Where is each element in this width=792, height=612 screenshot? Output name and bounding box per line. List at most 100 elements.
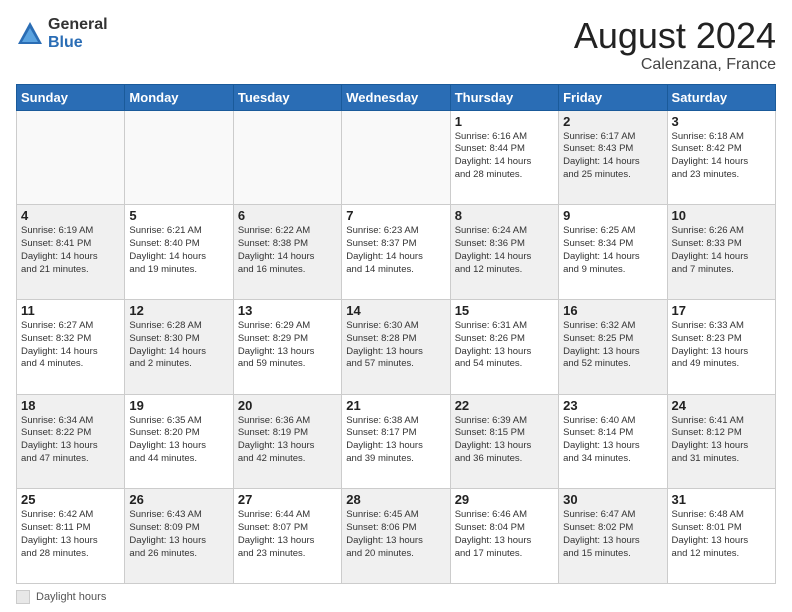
title-area: August 2024 Calenzana, France: [574, 16, 776, 74]
day-info: Sunrise: 6:41 AM Sunset: 8:12 PM Dayligh…: [672, 415, 771, 466]
day-info: Sunrise: 6:28 AM Sunset: 8:30 PM Dayligh…: [129, 320, 228, 371]
day-number: 26: [129, 492, 228, 507]
day-number: 11: [21, 303, 120, 318]
day-info: Sunrise: 6:44 AM Sunset: 8:07 PM Dayligh…: [238, 509, 337, 560]
calendar-cell: 24 Sunrise: 6:41 AM Sunset: 8:12 PM Dayli…: [667, 394, 775, 489]
day-number: 23: [563, 398, 662, 413]
day-number: 1: [455, 114, 554, 129]
logo-blue: Blue: [48, 34, 108, 52]
calendar-week-3: 18Sunrise: 6:34 AM Sunset: 8:22 PM Dayli…: [17, 394, 776, 489]
day-number: 12: [129, 303, 228, 318]
day-number: 14: [346, 303, 445, 318]
day-number: 20: [238, 398, 337, 413]
calendar-cell: 19Sunrise: 6:35 AM Sunset: 8:20 PM Dayli…: [125, 394, 233, 489]
calendar-cell: 6 Sunrise: 6:22 AM Sunset: 8:38 PM Daylig…: [233, 205, 341, 300]
calendar-cell: 27 Sunrise: 6:44 AM Sunset: 8:07 PM Dayli…: [233, 489, 341, 584]
logo: General Blue: [16, 16, 108, 51]
calendar-cell: 9Sunrise: 6:25 AM Sunset: 8:34 PM Daylig…: [559, 205, 667, 300]
calendar-cell: 30 Sunrise: 6:47 AM Sunset: 8:02 PM Dayli…: [559, 489, 667, 584]
calendar-header-monday: Monday: [125, 84, 233, 110]
day-number: 21: [346, 398, 445, 413]
day-number: 15: [455, 303, 554, 318]
calendar-cell: 8 Sunrise: 6:24 AM Sunset: 8:36 PM Daylig…: [450, 205, 558, 300]
calendar-cell: 1 Sunrise: 6:16 AM Sunset: 8:44 PM Daylig…: [450, 110, 558, 205]
calendar-cell: 5 Sunrise: 6:21 AM Sunset: 8:40 PM Daylig…: [125, 205, 233, 300]
day-number: 24: [672, 398, 771, 413]
day-info: Sunrise: 6:39 AM Sunset: 8:15 PM Dayligh…: [455, 415, 554, 466]
page: General Blue August 2024 Calenzana, Fran…: [0, 0, 792, 612]
day-number: 3: [672, 114, 771, 129]
calendar-table: SundayMondayTuesdayWednesdayThursdayFrid…: [16, 84, 776, 584]
day-info: Sunrise: 6:35 AM Sunset: 8:20 PM Dayligh…: [129, 415, 228, 466]
calendar-week-2: 11Sunrise: 6:27 AM Sunset: 8:32 PM Dayli…: [17, 299, 776, 394]
calendar-cell: 22Sunrise: 6:39 AM Sunset: 8:15 PM Dayli…: [450, 394, 558, 489]
day-info: Sunrise: 6:30 AM Sunset: 8:28 PM Dayligh…: [346, 320, 445, 371]
logo-icon: [16, 20, 44, 48]
day-info: Sunrise: 6:24 AM Sunset: 8:36 PM Dayligh…: [455, 225, 554, 276]
calendar-cell: 3 Sunrise: 6:18 AM Sunset: 8:42 PM Daylig…: [667, 110, 775, 205]
day-info: Sunrise: 6:23 AM Sunset: 8:37 PM Dayligh…: [346, 225, 445, 276]
day-number: 25: [21, 492, 120, 507]
day-info: Sunrise: 6:16 AM Sunset: 8:44 PM Dayligh…: [455, 131, 554, 182]
calendar-cell: 18Sunrise: 6:34 AM Sunset: 8:22 PM Dayli…: [17, 394, 125, 489]
day-info: Sunrise: 6:36 AM Sunset: 8:19 PM Dayligh…: [238, 415, 337, 466]
calendar-cell: 26 Sunrise: 6:43 AM Sunset: 8:09 PM Dayli…: [125, 489, 233, 584]
calendar-header-tuesday: Tuesday: [233, 84, 341, 110]
day-info: Sunrise: 6:42 AM Sunset: 8:11 PM Dayligh…: [21, 509, 120, 560]
calendar-cell: 15 Sunrise: 6:31 AM Sunset: 8:26 PM Dayli…: [450, 299, 558, 394]
day-number: 9: [563, 208, 662, 223]
calendar-cell: 20 Sunrise: 6:36 AM Sunset: 8:19 PM Dayli…: [233, 394, 341, 489]
logo-general: General: [48, 16, 108, 34]
day-info: Sunrise: 6:21 AM Sunset: 8:40 PM Dayligh…: [129, 225, 228, 276]
day-info: Sunrise: 6:43 AM Sunset: 8:09 PM Dayligh…: [129, 509, 228, 560]
calendar-cell: 31Sunrise: 6:48 AM Sunset: 8:01 PM Dayli…: [667, 489, 775, 584]
calendar-cell: [342, 110, 450, 205]
calendar-week-0: 1 Sunrise: 6:16 AM Sunset: 8:44 PM Daylig…: [17, 110, 776, 205]
day-info: Sunrise: 6:48 AM Sunset: 8:01 PM Dayligh…: [672, 509, 771, 560]
calendar-cell: 7 Sunrise: 6:23 AM Sunset: 8:37 PM Daylig…: [342, 205, 450, 300]
calendar-week-4: 25 Sunrise: 6:42 AM Sunset: 8:11 PM Dayli…: [17, 489, 776, 584]
calendar-cell: [233, 110, 341, 205]
day-info: Sunrise: 6:22 AM Sunset: 8:38 PM Dayligh…: [238, 225, 337, 276]
daylight-box: [16, 590, 30, 604]
footer-label: Daylight hours: [36, 591, 106, 603]
calendar-cell: 29 Sunrise: 6:46 AM Sunset: 8:04 PM Dayli…: [450, 489, 558, 584]
calendar-cell: 21Sunrise: 6:38 AM Sunset: 8:17 PM Dayli…: [342, 394, 450, 489]
calendar-cell: 23 Sunrise: 6:40 AM Sunset: 8:14 PM Dayli…: [559, 394, 667, 489]
day-info: Sunrise: 6:47 AM Sunset: 8:02 PM Dayligh…: [563, 509, 662, 560]
day-number: 28: [346, 492, 445, 507]
day-info: Sunrise: 6:33 AM Sunset: 8:23 PM Dayligh…: [672, 320, 771, 371]
location: Calenzana, France: [574, 56, 776, 74]
day-info: Sunrise: 6:32 AM Sunset: 8:25 PM Dayligh…: [563, 320, 662, 371]
day-number: 27: [238, 492, 337, 507]
calendar-cell: 28Sunrise: 6:45 AM Sunset: 8:06 PM Dayli…: [342, 489, 450, 584]
calendar-header-row: SundayMondayTuesdayWednesdayThursdayFrid…: [17, 84, 776, 110]
calendar-cell: 2Sunrise: 6:17 AM Sunset: 8:43 PM Daylig…: [559, 110, 667, 205]
day-info: Sunrise: 6:40 AM Sunset: 8:14 PM Dayligh…: [563, 415, 662, 466]
day-info: Sunrise: 6:18 AM Sunset: 8:42 PM Dayligh…: [672, 131, 771, 182]
day-info: Sunrise: 6:46 AM Sunset: 8:04 PM Dayligh…: [455, 509, 554, 560]
day-number: 29: [455, 492, 554, 507]
calendar-cell: 16 Sunrise: 6:32 AM Sunset: 8:25 PM Dayli…: [559, 299, 667, 394]
calendar-header-wednesday: Wednesday: [342, 84, 450, 110]
day-number: 7: [346, 208, 445, 223]
calendar-header-friday: Friday: [559, 84, 667, 110]
month-year: August 2024: [574, 16, 776, 56]
calendar-header-thursday: Thursday: [450, 84, 558, 110]
day-number: 6: [238, 208, 337, 223]
day-number: 30: [563, 492, 662, 507]
day-info: Sunrise: 6:26 AM Sunset: 8:33 PM Dayligh…: [672, 225, 771, 276]
calendar-cell: [125, 110, 233, 205]
logo-text: General Blue: [48, 16, 108, 51]
day-number: 17: [672, 303, 771, 318]
calendar-cell: 11Sunrise: 6:27 AM Sunset: 8:32 PM Dayli…: [17, 299, 125, 394]
day-number: 5: [129, 208, 228, 223]
day-info: Sunrise: 6:17 AM Sunset: 8:43 PM Dayligh…: [563, 131, 662, 182]
day-info: Sunrise: 6:31 AM Sunset: 8:26 PM Dayligh…: [455, 320, 554, 371]
day-number: 10: [672, 208, 771, 223]
day-number: 18: [21, 398, 120, 413]
calendar-cell: 10 Sunrise: 6:26 AM Sunset: 8:33 PM Dayli…: [667, 205, 775, 300]
day-number: 16: [563, 303, 662, 318]
footer: Daylight hours: [16, 590, 776, 604]
day-number: 8: [455, 208, 554, 223]
